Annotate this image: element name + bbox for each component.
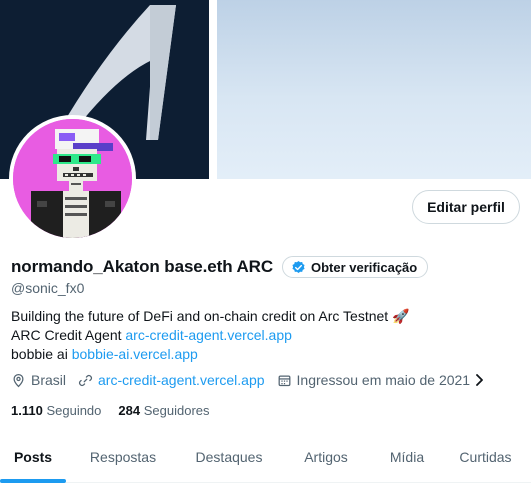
following-link[interactable]: 1.110 Seguindo [11, 403, 101, 418]
tab-label: Destaques [195, 449, 263, 465]
skeleton-avatar-icon [13, 119, 132, 238]
following-count: 1.110 [11, 403, 43, 418]
rocket-emoji: 🚀 [392, 308, 410, 324]
avatar-image [13, 119, 132, 238]
website-link[interactable]: arc-credit-agent.vercel.app [98, 372, 265, 388]
name-row: normando_Akaton base.eth ARC Obter verif… [11, 256, 429, 278]
get-verified-label: Obter verificação [311, 259, 418, 275]
followers-label: Seguidores [143, 403, 210, 418]
display-name: normando_Akaton base.eth ARC [11, 257, 273, 276]
followers-link[interactable]: 284 Seguidores [118, 403, 209, 418]
location: Brasil [11, 372, 66, 388]
following-label: Seguindo [46, 403, 102, 418]
tab-label: Curtidas [459, 449, 512, 465]
bio-line-3: bobbie ai bobbie-ai.vercel.app [11, 345, 410, 364]
calendar-icon [278, 375, 290, 386]
bio-text: bobbie ai [11, 346, 72, 362]
join-date-text: Ingressou em maio de 2021 [296, 372, 471, 388]
tab-posts[interactable]: Posts [0, 437, 66, 483]
followers-count: 284 [118, 403, 141, 418]
tab-midia[interactable]: Mídia [374, 437, 440, 477]
location-pin-icon [13, 373, 24, 387]
follow-stats: 1.110 Seguindo 284 Seguidores [11, 403, 227, 418]
website: arc-credit-agent.vercel.app [78, 372, 265, 388]
tab-label: Mídia [389, 449, 425, 465]
tab-respostas[interactable]: Respostas [66, 437, 180, 477]
location-text: Brasil [31, 372, 67, 388]
profile-tabs: Posts Respostas Destaques Artigos Mídia … [0, 437, 531, 483]
chevron-right-icon [476, 374, 484, 386]
tab-label: Artigos [304, 449, 348, 465]
user-handle: @sonic_fx0 [11, 280, 85, 296]
bio-line-1: Building the future of DeFi and on-chain… [11, 307, 410, 326]
bio-link-arc-credit-agent[interactable]: arc-credit-agent.vercel.app [125, 326, 292, 345]
edit-profile-button[interactable]: Editar perfil [412, 190, 520, 224]
profile-meta: Brasil arc-credit-agent.vercel.app Ingre… [11, 372, 503, 388]
tab-label: Respostas [89, 449, 157, 465]
banner-image-sky [217, 0, 531, 179]
tab-curtidas[interactable]: Curtidas [440, 437, 531, 477]
bio: Building the future of DeFi and on-chain… [11, 307, 410, 364]
active-tab-indicator [0, 479, 66, 483]
join-date[interactable]: Ingressou em maio de 2021 [277, 372, 492, 388]
tab-label: Posts [13, 449, 53, 465]
get-verified-button[interactable]: Obter verificação [282, 256, 429, 278]
bio-link-bobbie-ai[interactable]: bobbie-ai.vercel.app [72, 345, 198, 364]
tab-destaques[interactable]: Destaques [180, 437, 278, 477]
tab-artigos[interactable]: Artigos [278, 437, 374, 477]
bio-line-2: ARC Credit Agent arc-credit-agent.vercel… [11, 326, 410, 345]
avatar[interactable] [9, 115, 136, 242]
bio-text: ARC Credit Agent [11, 327, 126, 343]
bio-text: Building the future of DeFi and on-chain… [11, 308, 389, 324]
link-icon [79, 374, 92, 386]
verified-badge-icon [292, 260, 305, 273]
